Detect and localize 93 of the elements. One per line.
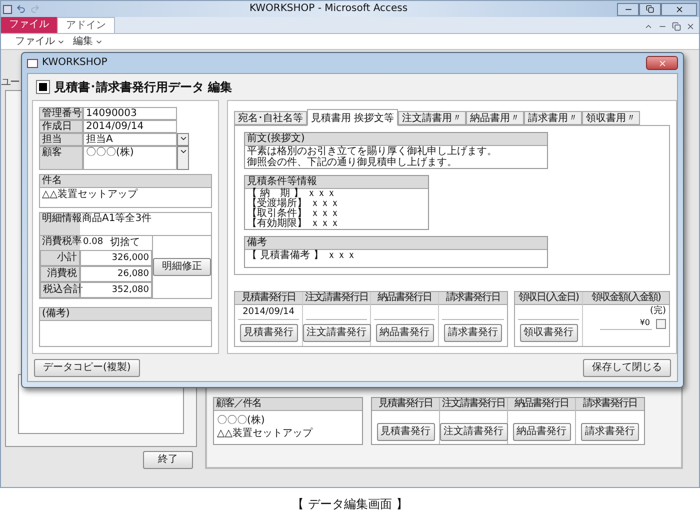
field-label: 担当 [39,133,83,146]
field-value[interactable]: 担当A [83,133,177,146]
copy-button[interactable]: データコピー(複製) [34,359,140,377]
column-header: 納品書発行日 [508,398,575,411]
tab[interactable]: 注文請書用〃 [398,111,466,125]
column-header: 注文請書発行日 [303,292,370,305]
ribbon-tab[interactable]: ファイル [1,17,57,33]
field-label: 顧客 [39,146,83,170]
column-header: 見積書発行日 [372,398,439,411]
form-heading: 見積書･請求書発行用データ 編集 [54,80,232,94]
issue-button[interactable]: 注文請書発行 [440,423,508,441]
minimize-button[interactable] [617,2,639,16]
square-icon [36,80,50,94]
column-header: 顧客／件名 [214,398,362,411]
issue-button[interactable]: 見積書発行 [376,423,434,441]
edit-details-button[interactable]: 明細修正 [153,258,211,276]
close-icon [674,4,684,14]
field-label: 備考 [245,237,547,250]
condition-text: 【取引条件】 ｘｘｘ [246,209,342,219]
preface-text: 平素は格別のお引き立てを賜り厚く御礼申し上げます。 [246,146,498,157]
restore-button[interactable] [639,2,661,16]
restore-icon [646,5,654,13]
column-header: 注文請書発行日 [440,398,507,411]
exit-button[interactable]: 終了 [143,451,193,469]
close-icon[interactable] [686,22,695,31]
amount-value: 26,080 [80,266,152,282]
rounding-text: 切捨て [109,236,140,250]
field-label: 明細情報 [40,213,80,235]
issue-button[interactable]: 請求書発行 [581,423,639,441]
app-icon [3,4,12,14]
amount-value: 326,000 [80,250,152,266]
ribbon-tab[interactable]: アドイン [57,17,115,33]
field-value: 14090003 [83,107,177,120]
note-text: 【 見積書備考 】 ｘｘｘ [246,250,358,262]
ribbon-menu[interactable]: ファイル [15,36,65,48]
field-label: 作成日 [39,120,83,133]
field-label: (備考) [40,308,211,321]
field-label: 消費税率 [40,236,80,250]
field-label: 小計 [40,250,80,266]
tax-rate: 0.08 [82,236,104,249]
dropdown-button[interactable] [177,133,189,146]
condition-text: 【受渡場所】 ｘｘｘ [246,199,342,209]
tab[interactable]: 領収書用〃 [582,111,640,125]
column-header: 領収日(入金日) [515,292,582,305]
field-value[interactable]: 〇〇〇(株) [83,146,177,170]
form-icon [27,58,38,68]
undo-icon[interactable] [16,4,26,14]
issue-date[interactable]: 2014/09/14 [242,305,294,319]
column-header: 見積書発行日 [235,292,302,305]
restore-icon[interactable] [672,22,681,31]
column-header: 納品書発行日 [371,292,438,305]
column-header: 領収金額(入金額) [583,292,669,305]
details-text: 商品A1等全3件 [82,213,153,226]
condition-text: 【有効期限】 ｘｘｘ [246,219,342,229]
paid-checkbox[interactable] [656,318,666,328]
field-value: 2014/09/14 [83,120,177,133]
receipt-button[interactable]: 領収書発行 [520,324,578,342]
menu-label: ファイル [15,36,55,48]
window-title: KWORKSHOP - Microsoft Access [248,3,409,15]
subject-text: △△装置セットアップ [41,188,139,201]
amount-value: 352,080 [80,282,152,298]
subject-text: △△装置セットアップ [216,427,314,441]
column-header: 請求書発行日 [576,398,644,411]
issue-button[interactable]: 請求書発行 [444,324,502,342]
issue-button[interactable]: 納品書発行 [512,423,570,441]
save-close-button[interactable]: 保存して閉じる [583,359,671,377]
paid-label: (完) [650,305,667,317]
menu-label: 編集 [73,36,93,48]
collapse-ribbon-icon[interactable] [644,22,653,31]
close-button[interactable] [661,2,697,16]
ribbon-menu[interactable]: 編集 [73,36,103,48]
issue-button[interactable]: 納品書発行 [376,324,434,342]
tab[interactable]: 納品書用〃 [466,111,524,125]
field-label: 消費税 [40,266,80,282]
issue-button[interactable]: 注文請書発行 [302,324,370,342]
field-label: 見積条件等情報 [245,176,428,189]
close-icon [658,58,666,68]
preface-text: 御照会の件、下記の通り御見積申し上げます。 [246,157,458,168]
field-label: 前文(挨拶文) [245,133,547,146]
field-label: 管理番号 [39,107,83,120]
tab-label[interactable]: ユー [1,77,19,89]
tab[interactable]: 見積書用 挨拶文等 [307,109,398,126]
caption: 【 データ編集画面 】 [292,497,408,511]
issue-button[interactable]: 見積書発行 [240,324,298,342]
condition-text: 【 納 期 】 ｘｘｘ [246,189,338,199]
column-header: 請求書発行日 [439,292,507,305]
tab[interactable]: 宛名･自社名等 [234,111,307,125]
amount-field[interactable]: ¥0 [600,317,652,330]
field-label: 件名 [40,175,211,188]
customer-name: 〇〇〇(株) [216,414,266,427]
close-button[interactable] [646,56,678,70]
dialog-title: KWORKSHOP [42,57,108,69]
tab[interactable]: 請求書用〃 [524,111,582,125]
